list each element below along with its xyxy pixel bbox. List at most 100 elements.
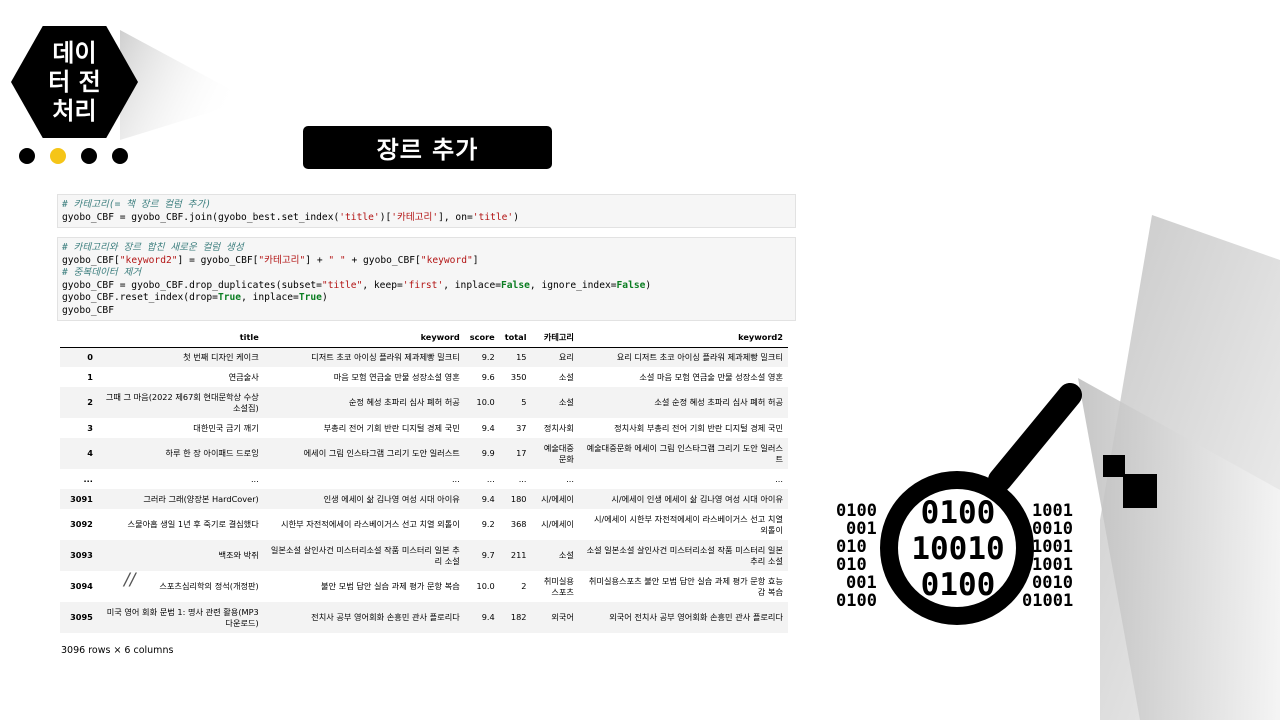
cell-keyword: 부총리 전어 기회 반란 디지털 경제 국민 [323, 422, 460, 433]
binary-line: 0100 [836, 501, 877, 521]
cell-keyword2: ... [775, 473, 783, 484]
code-comment: # 중복데이터 제거 [62, 267, 142, 279]
table-row: 3094 스포츠심리학의 정석(개정판) 불안 모범 답안 실습 과제 평가 문… [60, 571, 788, 602]
cell-keyword: 마음 모험 연금술 만물 성장소설 영혼 [333, 371, 460, 382]
code-text: gyobo_CBF = gyobo_CBF.drop_duplicates(su… [62, 279, 322, 291]
column-header: score [464, 328, 500, 348]
section-badge-text: 데이터 전처리 [48, 38, 101, 125]
column-header: keyword2 [578, 328, 788, 348]
cell-title: 백조와 박쥐 [218, 550, 259, 561]
cell-title: 대한민국 금기 깨기 [193, 422, 259, 433]
cell-keyword2: 외국어 전치사 공부 영어회화 손흥민 관사 플로리다 [609, 612, 783, 623]
table-row: 3 대한민국 금기 깨기 부총리 전어 기회 반란 디지털 경제 국민 9.4 … [60, 418, 788, 438]
pixel-square [1123, 474, 1157, 508]
binary-line: 0010 [1032, 519, 1073, 539]
binary-line: 001 [846, 519, 877, 539]
cell-keyword2: 예술대중문화 에세이 그림 인스타그램 그리기 도안 일러스트 [586, 443, 783, 464]
cell-keyword: 불안 모범 답안 실습 과제 평가 문항 복습 [321, 581, 460, 592]
binary-line: 0100 [920, 567, 996, 603]
dot-1 [19, 148, 35, 164]
code-string: 'title' [339, 211, 380, 223]
cell-total: 211 [510, 550, 527, 561]
code-keyword: True [217, 292, 242, 304]
code-text: )[ [379, 211, 392, 223]
code-comment: # 카테고리(= 책 장르 컬럼 추가) [62, 199, 212, 210]
cell-score: ... [486, 473, 495, 484]
scribble-mark: // [124, 570, 136, 590]
code-text: ] [472, 254, 479, 266]
row-index: 0 [87, 352, 93, 362]
cell-total: 15 [516, 352, 527, 362]
cell-total: 368 [510, 519, 527, 530]
row-index: 3094 [70, 581, 93, 592]
code-string: "keyword2" [119, 254, 178, 266]
cell-category: 시/에세이 [541, 493, 574, 504]
dataframe-output: title keyword score total 카테고리 keyword2 … [60, 328, 788, 633]
cell-score: 9.9 [481, 448, 495, 459]
cell-category: 취미실용스포츠 [543, 576, 574, 597]
binary-left: 0100 001 010 010 001 0100 [836, 502, 877, 610]
binary-line: 01001 [1022, 591, 1074, 611]
cell-total: 5 [521, 397, 527, 408]
table-row: 3091 그러라 그래(양장본 HardCover) 인생 에세이 삶 김나영 … [60, 489, 788, 509]
column-header: title [97, 328, 264, 348]
cell-keyword2: 소설 마음 모험 연금술 만물 성장소설 영혼 [639, 371, 783, 382]
cell-category: ... [566, 473, 574, 484]
code-text: gyobo_CBF[ [62, 254, 120, 266]
code-comment: # 카테고리와 장르 합친 새로운 컬럼 생성 [62, 242, 244, 253]
row-index: 3092 [70, 519, 93, 530]
table-row: 3092 스물아홉 생일 1년 후 죽기로 결심했다 시한부 자전적에세이 라스… [60, 509, 788, 540]
dataframe-shape: 3096 rows × 6 columns [61, 645, 174, 656]
cell-score: 10.0 [476, 581, 495, 592]
binary-line: 0100 [836, 591, 877, 611]
cell-category: 소설 [558, 397, 574, 408]
row-index: 4 [87, 448, 93, 459]
table-row: 1 연금술사 마음 모험 연금술 만물 성장소설 영혼 9.6 350 소설 소… [60, 367, 788, 387]
cell-category: 소설 [558, 371, 574, 382]
cell-category: 예술대중문화 [543, 443, 574, 464]
cell-title: 하루 한 장 아이패드 드로잉 [165, 448, 259, 459]
cell-keyword2: 취미실용스포츠 불안 모범 답안 실습 과제 평가 문항 효능감 복습 [588, 576, 783, 597]
binary-line: 001 [846, 573, 877, 593]
code-cell-join[interactable]: # 카테고리(= 책 장르 컬럼 추가) gyobo_CBF = gyobo_C… [57, 194, 796, 228]
column-header: total [499, 328, 532, 348]
cell-title: 연금술사 [228, 371, 259, 382]
cell-total: ... [518, 473, 527, 484]
table-row: 2 그때 그 마음(2022 제67회 현대문학상 수상소설집) 순정 혜성 초… [60, 387, 788, 418]
cell-category: 외국어 [551, 612, 574, 623]
code-cell-preprocess[interactable]: # 카테고리와 장르 합친 새로운 컬럼 생성 gyobo_CBF["keywo… [57, 237, 796, 321]
code-string: " " [328, 254, 346, 266]
code-text: ) [321, 292, 328, 304]
row-index: 3 [87, 422, 93, 433]
row-index: 3091 [70, 493, 93, 504]
cell-keyword2: 시/에세이 시한부 자전적에세이 라스베이거스 선고 치열 외톨이 [593, 514, 783, 535]
code-string: 'title' [472, 211, 514, 223]
code-text: , inplace= [241, 292, 299, 304]
cell-score: 9.4 [481, 612, 495, 623]
cell-category: 요리 [558, 352, 574, 362]
cell-score: 9.2 [481, 519, 495, 530]
table-row: 3095 미국 영어 회화 문법 1: 명사 관련 활용(MP3 다운로드) 전… [60, 602, 788, 633]
dot-2-active [50, 148, 66, 164]
table-header-row: title keyword score total 카테고리 keyword2 [60, 328, 788, 348]
cell-keyword: 시한부 자전적에세이 라스베이거스 선고 치열 외톨이 [281, 519, 460, 530]
cell-score: 10.0 [476, 397, 495, 408]
code-text: gyobo_CBF.reset_index(drop= [62, 292, 218, 304]
cell-title: 스포츠심리학의 정석(개정판) [159, 581, 259, 592]
code-text: + gyobo_CBF[ [345, 254, 421, 266]
cell-keyword: ... [451, 473, 460, 484]
cell-total: 182 [510, 612, 527, 623]
cell-keyword: 에세이 그림 인스타그램 그리기 도안 일러스트 [303, 448, 460, 459]
binary-right: 1001 0010 1001 1001 0010 01001 [1022, 502, 1073, 610]
cell-keyword2: 소설 일본소설 살인사건 미스터리소설 작품 미스터리 일본 추리 소설 [586, 545, 783, 566]
binary-line: 0010 [1032, 573, 1073, 593]
cell-title: 그때 그 마음(2022 제67회 현대문학상 수상소설집) [105, 392, 259, 413]
dot-3 [81, 148, 97, 164]
slide-title: 장르 추가 [303, 126, 552, 169]
cell-category: 정치사회 [543, 422, 574, 433]
cell-keyword: 디저트 초코 아이싱 플라워 제과제빵 밀크티 [311, 352, 460, 362]
code-string: 'first' [402, 279, 444, 291]
cell-total: 350 [510, 371, 527, 382]
binary-line: 1001 [1032, 537, 1073, 557]
binary-line: 1001 [1032, 501, 1073, 521]
